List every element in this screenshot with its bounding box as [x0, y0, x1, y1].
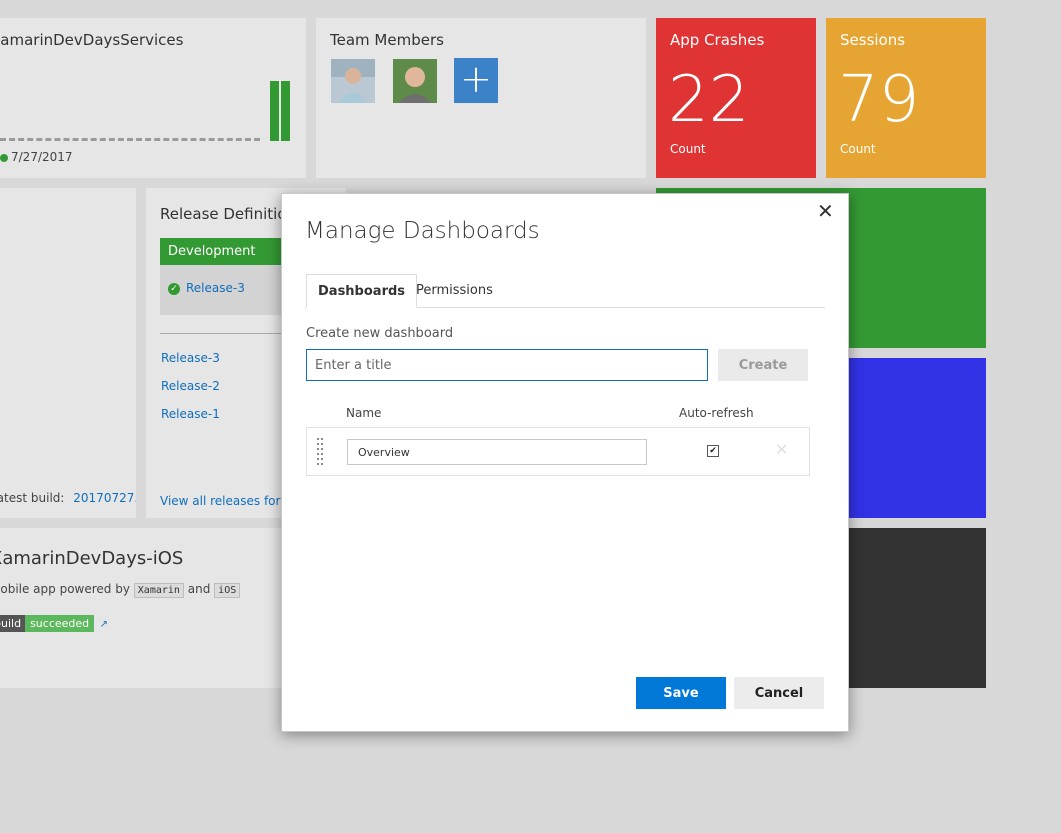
add-team-member-button[interactable]: +	[454, 58, 498, 103]
build-tile[interactable]: XamarinDevDaysServices 7/27/2017	[0, 18, 306, 178]
app-crashes-unit: Count	[670, 142, 706, 156]
build-badge-label: build	[0, 615, 26, 632]
delete-dashboard-icon[interactable]: ✕	[775, 440, 788, 459]
sessions-unit: Count	[840, 142, 876, 156]
current-release-link[interactable]: Release-3	[186, 281, 245, 295]
check-icon: ✓	[168, 282, 180, 295]
tab-permissions[interactable]: Permissions	[405, 274, 504, 308]
external-link-icon[interactable]: ↗	[100, 619, 108, 630]
build-history-baseline	[0, 138, 260, 141]
release-link[interactable]: Release-2	[161, 379, 220, 393]
build-date: 7/27/2017	[0, 150, 73, 164]
create-button[interactable]: Create	[718, 349, 808, 381]
app-crashes-tile[interactable]: App Crashes 22 Count	[656, 18, 816, 178]
manage-dashboards-dialog: Manage Dashboards ✕ Dashboards Permissio…	[281, 193, 849, 732]
auto-refresh-checkbox[interactable]: ✔	[707, 445, 719, 457]
tag-ios: iOS	[214, 583, 241, 598]
sessions-title: Sessions	[840, 31, 906, 49]
avatar[interactable]	[331, 59, 375, 103]
latest-build-link[interactable]: 20170727.2	[73, 491, 136, 505]
release-link[interactable]: Release-3	[161, 351, 220, 365]
success-dot-icon	[0, 153, 8, 162]
app-crashes-value: 22	[668, 63, 750, 137]
create-new-dashboard-label: Create new dashboard	[306, 326, 454, 341]
build-badge-status: succeeded	[25, 615, 95, 632]
column-header-auto-refresh: Auto-refresh	[679, 406, 754, 420]
latest-build-row: Latest build: 20170727.2	[0, 491, 136, 505]
ios-app-description: Mobile app powered by Xamarin and iOS	[0, 582, 241, 598]
dialog-title: Manage Dashboards	[305, 218, 540, 244]
current-release: ✓ Release-3	[168, 281, 245, 295]
ios-app-title: XamarinDevDays-iOS	[0, 548, 184, 569]
build-bar[interactable]	[281, 81, 290, 141]
build-bar[interactable]	[270, 81, 279, 141]
dashboard-row: ✔ ✕	[306, 427, 810, 476]
build-tile-title: XamarinDevDaysServices	[0, 31, 184, 49]
ios-app-tile: XamarinDevDays-iOS Mobile app powered by…	[0, 528, 290, 688]
sessions-tile[interactable]: Sessions 79 Count	[826, 18, 986, 178]
team-members-tile: Team Members +	[316, 18, 646, 178]
cancel-button[interactable]: Cancel	[734, 677, 824, 709]
team-members-title: Team Members	[330, 31, 444, 49]
release-link[interactable]: Release-1	[161, 407, 220, 421]
latest-build-tile: Latest build: 20170727.2	[0, 188, 136, 518]
dashboard-name-input[interactable]	[347, 439, 647, 465]
close-icon[interactable]: ✕	[817, 199, 834, 223]
save-button[interactable]: Save	[636, 677, 726, 709]
build-status-badge[interactable]: buildsucceeded ↗	[0, 615, 108, 632]
build-date-text: 7/27/2017	[11, 150, 73, 164]
drag-handle-icon[interactable]	[317, 438, 327, 468]
ios-desc-prefix: Mobile app powered by	[0, 582, 130, 596]
dashboard-title-input[interactable]	[306, 349, 708, 381]
column-header-name: Name	[346, 406, 382, 420]
avatar[interactable]	[393, 59, 437, 103]
ios-desc-and: and	[187, 582, 211, 596]
latest-build-label: Latest build:	[0, 491, 65, 505]
tab-dashboards[interactable]: Dashboards	[306, 274, 418, 308]
sessions-value: 79	[838, 63, 920, 137]
app-crashes-title: App Crashes	[670, 31, 765, 49]
tag-xamarin: Xamarin	[133, 583, 184, 598]
